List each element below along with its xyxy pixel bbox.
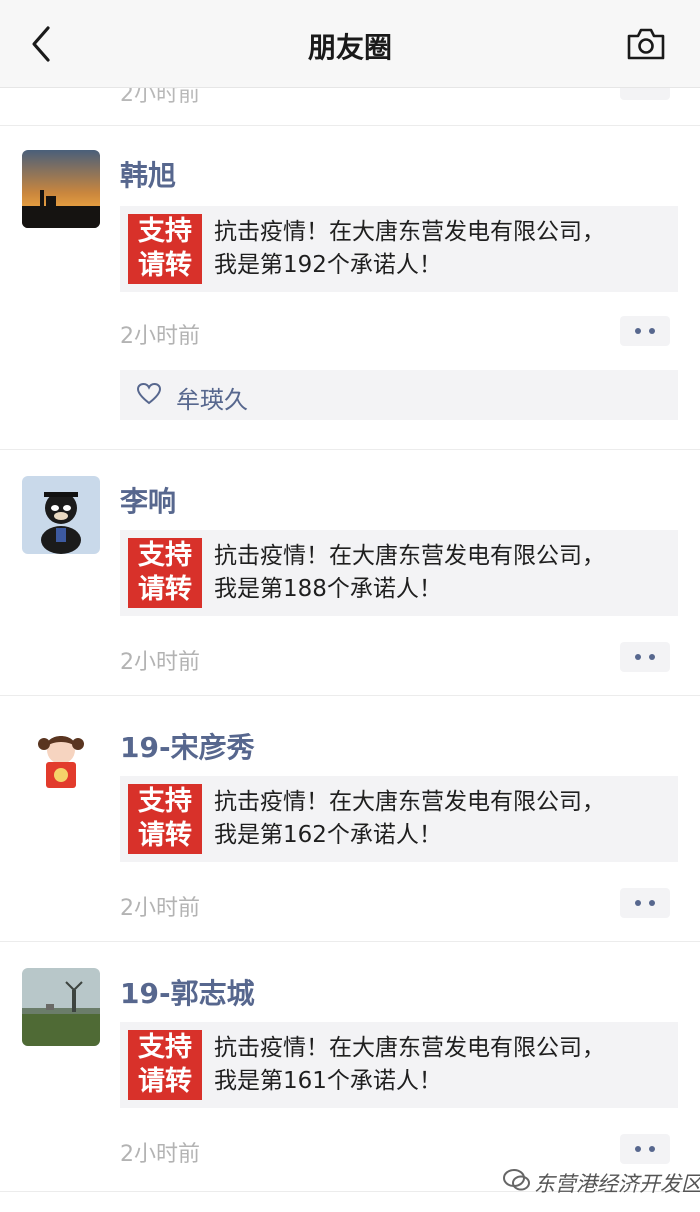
shared-link-card[interactable]: 支持 请转 抗击疫情！在大唐东营发电有限公司， 我是第161个承诺人！ (120, 1022, 678, 1108)
moment-post: 19-郭志城 支持 请转 抗击疫情！在大唐东营发电有限公司， 我是第161个承诺人！… (0, 942, 700, 1192)
more-button[interactable] (620, 642, 670, 672)
shared-link-card[interactable]: 支持 请转 抗击疫情！在大唐东营发电有限公司， 我是第188个承诺人！ (120, 530, 678, 616)
shared-link-card[interactable]: 支持 请转 抗击疫情！在大唐东营发电有限公司， 我是第162个承诺人！ (120, 776, 678, 862)
share-thumbnail: 支持 请转 (128, 784, 202, 854)
moment-post: 19-宋彦秀 支持 请转 抗击疫情！在大唐东营发电有限公司， 我是第162个承诺人！… (0, 696, 700, 942)
avatar[interactable] (22, 476, 100, 554)
more-button[interactable] (620, 1134, 670, 1164)
avatar[interactable] (22, 968, 100, 1046)
author-name[interactable]: 19-郭志城 (120, 972, 255, 1012)
share-thumbnail: 支持 请转 (128, 1030, 202, 1100)
share-title: 抗击疫情！在大唐东营发电有限公司， 我是第192个承诺人！ (214, 219, 605, 278)
share-thumbnail: 支持 请转 (128, 538, 202, 608)
moment-post: 李响 支持 请转 抗击疫情！在大唐东营发电有限公司， 我是第188个承诺人！ 2小时… (0, 450, 700, 696)
source-watermark: 东营港经济开发区 (500, 1162, 700, 1198)
more-dots-icon (635, 1146, 641, 1152)
share-thumbnail: 支持 请转 (128, 214, 202, 284)
author-name[interactable]: 19-宋彦秀 (120, 726, 255, 766)
like-user-name[interactable]: 牟瑛久 (176, 380, 248, 415)
navigation-bar: 朋友圈 (0, 0, 700, 88)
post-time: 2小时前 (120, 1142, 200, 1167)
moment-post: 韩旭 支持 请转 抗击疫情！在大唐东营发电有限公司， 我是第192个承诺人！ 2小时… (0, 126, 700, 450)
post-time: 2小时前 (120, 650, 200, 675)
more-button[interactable] (620, 316, 670, 346)
author-name[interactable]: 韩旭 (120, 154, 176, 194)
watermark-text: 东营港经济开发区 (534, 1172, 700, 1196)
camera-icon[interactable] (624, 24, 668, 64)
share-title: 抗击疫情！在大唐东营发电有限公司， 我是第161个承诺人！ (214, 1035, 605, 1094)
wechat-logo-icon (503, 1169, 530, 1191)
share-title: 抗击疫情！在大唐东营发电有限公司， 我是第188个承诺人！ (214, 543, 605, 602)
more-dots-icon (635, 328, 641, 334)
more-button[interactable] (620, 888, 670, 918)
post-time: 2小时前 (120, 324, 200, 349)
avatar[interactable] (22, 722, 100, 800)
shared-link-card[interactable]: 支持 请转 抗击疫情！在大唐东营发电有限公司， 我是第192个承诺人！ (120, 206, 678, 292)
page-title: 朋友圈 (307, 31, 392, 64)
author-name[interactable]: 李响 (120, 480, 176, 520)
avatar[interactable] (22, 150, 100, 228)
likes-box: 牟瑛久 (120, 370, 678, 420)
more-dots-icon (635, 654, 641, 660)
more-dots-icon (635, 900, 641, 906)
heart-icon (136, 382, 162, 406)
post-time: 2小时前 (120, 896, 200, 921)
share-title: 抗击疫情！在大唐东营发电有限公司， 我是第162个承诺人！ (214, 789, 605, 848)
